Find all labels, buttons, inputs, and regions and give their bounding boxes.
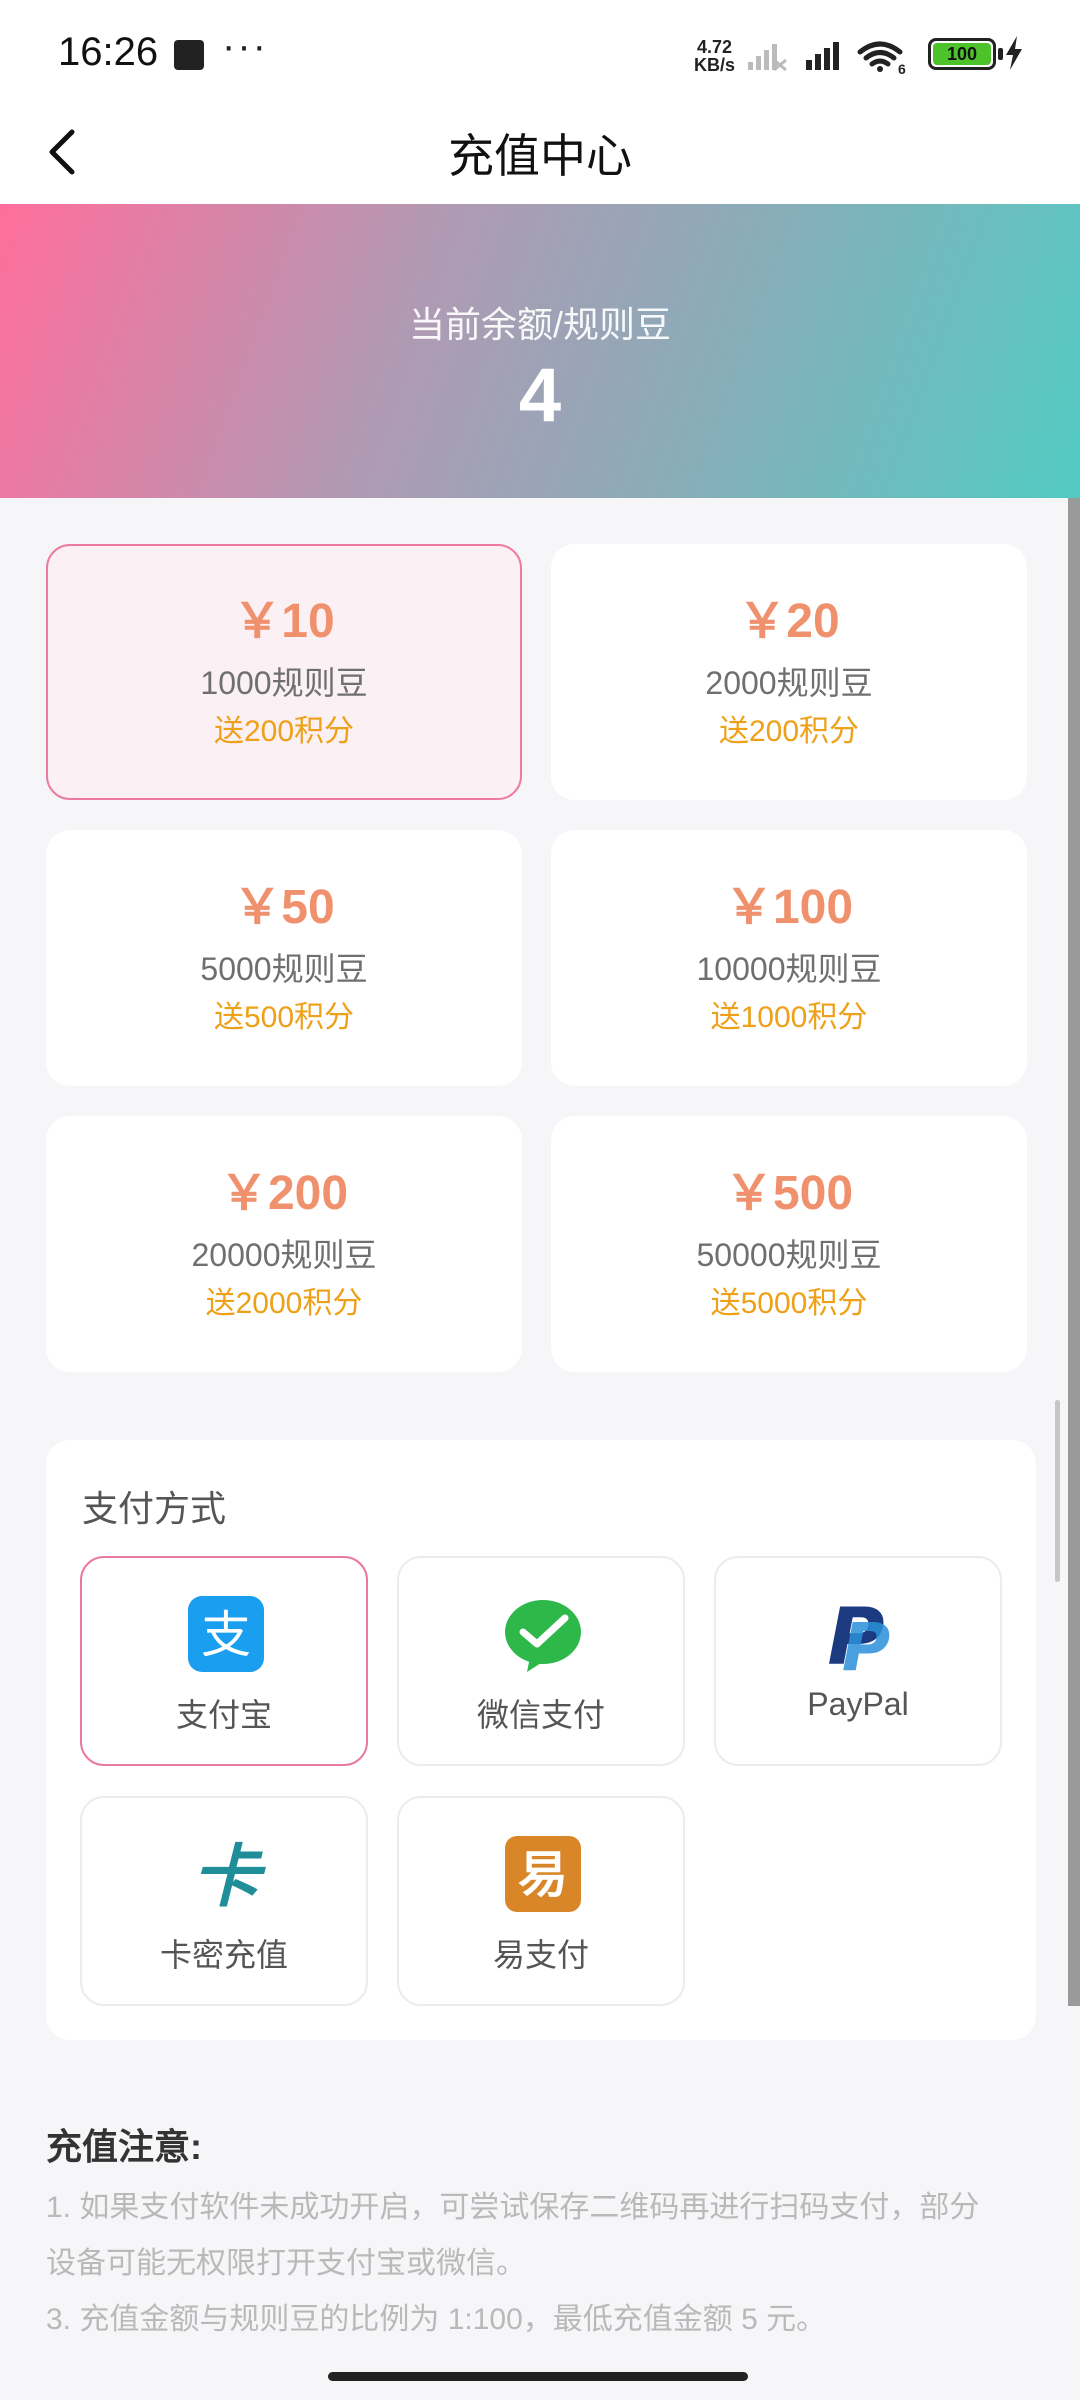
amount-option-500[interactable]: ￥500 50000规则豆 送5000积分 xyxy=(551,1116,1027,1372)
amount-beans: 1000规则豆 xyxy=(200,665,368,701)
amount-option-10[interactable]: ￥10 1000规则豆 送200积分 xyxy=(46,544,522,800)
amount-beans: 2000规则豆 xyxy=(705,665,873,701)
amount-bonus: 送200积分 xyxy=(718,715,860,748)
payment-option-easy-pay[interactable]: 易 易支付 xyxy=(397,1796,685,2006)
svg-text:6: 6 xyxy=(898,61,906,74)
amount-beans: 5000规则豆 xyxy=(200,951,368,987)
scrollbar-thumb[interactable] xyxy=(1055,1400,1060,1582)
amount-beans: 20000规则豆 xyxy=(191,1237,377,1273)
amount-option-20[interactable]: ￥20 2000规则豆 送200积分 xyxy=(551,544,1027,800)
amount-bonus: 送200积分 xyxy=(213,715,355,748)
payment-method-title: 支付方式 xyxy=(82,1488,227,1529)
battery-icon: 100 xyxy=(928,38,996,70)
payment-option-card-code[interactable]: 卡 卡密充值 xyxy=(80,1796,368,2006)
payment-label: 支付宝 xyxy=(175,1697,272,1733)
amount-price: ￥10 xyxy=(233,595,335,648)
signal-wifi-icons: 6 xyxy=(748,41,906,74)
amount-option-200[interactable]: ￥200 20000规则豆 送2000积分 xyxy=(46,1116,522,1372)
payment-option-alipay[interactable]: 支 支付宝 xyxy=(80,1556,368,1766)
note-line: 设备可能无权限打开支付宝或微信。 xyxy=(46,2247,526,2280)
note-line: 3. 充值金额与规则豆的比例为 1:100，最低充值金额 5 元。 xyxy=(46,2303,827,2336)
easy-pay-icon: 易 xyxy=(505,1836,581,1912)
notification-icon xyxy=(174,40,204,70)
svg-text:卡: 卡 xyxy=(192,1838,266,1914)
note-line: 1. 如果支付软件未成功开启，可尝试保存二维码再进行扫码支付，部分 xyxy=(46,2191,980,2224)
signal-strong-icon xyxy=(806,42,839,70)
amount-price: ￥100 xyxy=(724,881,854,934)
amount-bonus: 送500积分 xyxy=(213,1001,355,1034)
wechat-pay-icon xyxy=(505,1600,581,1672)
charging-icon xyxy=(1006,36,1022,70)
payment-method-panel: 支付方式 支 支付宝 微信支付 P P PayPal 卡 卡密充值 易 易支付 xyxy=(46,1440,1036,2040)
balance-value: 4 xyxy=(518,353,562,438)
amount-beans: 10000规则豆 xyxy=(696,951,882,987)
status-bar: 16:26 ··· 4.72 KB/s 6 100 xyxy=(0,0,1080,100)
svg-text:易: 易 xyxy=(518,1846,568,1904)
amount-option-50[interactable]: ￥50 5000规则豆 送500积分 xyxy=(46,830,522,1086)
amount-option-100[interactable]: ￥100 10000规则豆 送1000积分 xyxy=(551,830,1027,1086)
card-code-icon: 卡 xyxy=(192,1838,266,1914)
amount-beans: 50000规则豆 xyxy=(696,1237,882,1273)
amount-bonus: 送5000积分 xyxy=(710,1287,868,1320)
amount-price: ￥500 xyxy=(724,1167,854,1220)
status-time: 16:26 xyxy=(58,30,159,74)
svg-text:支: 支 xyxy=(201,1606,251,1664)
payment-label: PayPal xyxy=(807,1686,909,1722)
more-notifications-icon: ··· xyxy=(222,24,268,68)
amount-price: ￥200 xyxy=(219,1167,349,1220)
balance-label: 当前余额/规则豆 xyxy=(408,304,671,345)
amount-price: ￥20 xyxy=(738,595,840,648)
payment-option-wechat[interactable]: 微信支付 xyxy=(397,1556,685,1766)
amount-bonus: 送2000积分 xyxy=(205,1287,363,1320)
network-speed: 4.72 KB/s xyxy=(694,37,736,75)
home-indicator[interactable] xyxy=(328,2372,748,2381)
wifi-icon xyxy=(857,41,903,67)
signal-weak-icon xyxy=(748,44,787,72)
page-title: 充值中心 xyxy=(448,130,632,182)
svg-text:P: P xyxy=(842,1609,890,1674)
alipay-icon: 支 xyxy=(188,1596,264,1672)
nav-bar: 充值中心 xyxy=(0,100,1080,204)
payment-option-paypal[interactable]: P P PayPal xyxy=(714,1556,1002,1766)
balance-banner: 当前余额/规则豆 4 xyxy=(0,204,1080,498)
amount-price: ￥50 xyxy=(233,881,335,934)
amount-bonus: 送1000积分 xyxy=(710,1001,868,1034)
payment-label: 微信支付 xyxy=(476,1697,605,1733)
payment-label: 易支付 xyxy=(492,1937,589,1973)
recharge-notes-title: 充值注意: xyxy=(46,2126,202,2167)
paypal-icon: P P xyxy=(827,1594,890,1674)
scrollbar-track[interactable] xyxy=(1068,498,1080,2006)
payment-label: 卡密充值 xyxy=(159,1937,288,1973)
